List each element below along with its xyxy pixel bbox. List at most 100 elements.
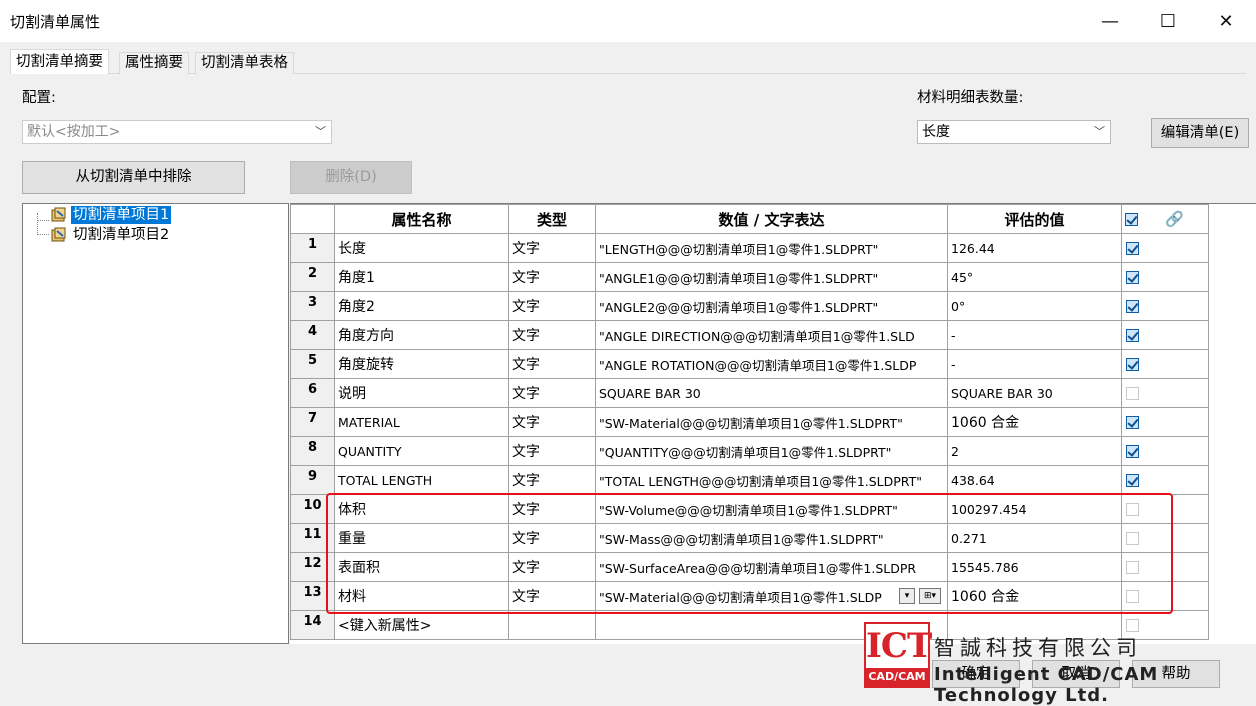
checkbox-cell[interactable] (1121, 407, 1209, 437)
row-checkbox[interactable] (1126, 357, 1139, 371)
link-icon[interactable]: 🔗 (1165, 210, 1184, 228)
type-cell[interactable]: 文字 (508, 523, 596, 553)
table-row[interactable]: 10 体积 文字 "SW-Volume@@@切割清单项目1@零件1.SLDPRT" 10… (290, 494, 1209, 524)
property-name-cell[interactable]: MATERIAL (334, 407, 509, 437)
property-name-cell[interactable]: 重量 (334, 523, 509, 553)
select-all-checkbox[interactable] (1125, 213, 1138, 226)
checkbox-cell[interactable] (1121, 523, 1209, 553)
checkbox-cell[interactable] (1121, 233, 1209, 263)
type-cell[interactable]: 文字 (508, 436, 596, 466)
type-cell[interactable]: 文字 (508, 552, 596, 582)
property-name-cell[interactable]: 角度2 (334, 291, 509, 321)
table-row[interactable]: 12 表面积 文字 "SW-SurfaceArea@@@切割清单项目1@零件1.SLD… (290, 552, 1209, 582)
col-header-check[interactable]: 🔗 (1121, 204, 1209, 234)
expression-cell[interactable]: "SW-Volume@@@切割清单项目1@零件1.SLDPRT" (595, 494, 948, 524)
expression-cell[interactable]: "ANGLE1@@@切割清单项目1@零件1.SLDPRT" (595, 262, 948, 292)
type-cell[interactable]: 文字 (508, 581, 596, 611)
expression-cell[interactable]: "SW-SurfaceArea@@@切割清单项目1@零件1.SLDPR (595, 552, 948, 582)
checkbox-cell[interactable] (1121, 320, 1209, 350)
maximize-button[interactable]: ☐ (1139, 0, 1197, 42)
col-header-expr[interactable]: 数值 / 文字表达 (595, 204, 948, 234)
type-cell[interactable]: 文字 (508, 378, 596, 408)
tree-item-cutlist-1[interactable]: 切割清单项目1 (50, 205, 172, 224)
col-header-type[interactable]: 类型 (508, 204, 596, 234)
expression-cell[interactable]: "QUANTITY@@@切割清单项目1@零件1.SLDPRT" (595, 436, 948, 466)
property-name-cell[interactable]: QUANTITY (334, 436, 509, 466)
checkbox-cell[interactable] (1121, 581, 1209, 611)
checkbox-cell[interactable] (1121, 436, 1209, 466)
row-checkbox[interactable] (1126, 299, 1139, 313)
type-cell[interactable]: 文字 (508, 262, 596, 292)
type-cell[interactable]: 文字 (508, 320, 596, 350)
type-cell[interactable]: 文字 (508, 465, 596, 495)
expression-cell[interactable]: "SW-Mass@@@切割清单项目1@零件1.SLDPRT" (595, 523, 948, 553)
row-checkbox[interactable] (1126, 270, 1139, 284)
property-name-cell[interactable]: 角度旋转 (334, 349, 509, 379)
row-checkbox[interactable] (1126, 531, 1139, 545)
table-row[interactable]: 6 说明 文字 SQUARE BAR 30 SQUARE BAR 30 (290, 378, 1209, 408)
checkbox-cell[interactable] (1121, 378, 1209, 408)
type-cell[interactable]: 文字 (508, 494, 596, 524)
expression-cell[interactable]: "ANGLE2@@@切割清单项目1@零件1.SLDPRT" (595, 291, 948, 321)
col-header-name[interactable]: 属性名称 (334, 204, 509, 234)
checkbox-cell[interactable] (1121, 349, 1209, 379)
property-name-cell[interactable]: TOTAL LENGTH (334, 465, 509, 495)
col-header-value[interactable]: 评估的值 (947, 204, 1122, 234)
row-checkbox[interactable] (1126, 386, 1139, 400)
type-cell[interactable]: 文字 (508, 233, 596, 263)
table-row[interactable]: 9 TOTAL LENGTH 文字 "TOTAL LENGTH@@@切割清单项目1@零… (290, 465, 1209, 495)
checkbox-cell[interactable] (1121, 465, 1209, 495)
tab-cutlist-table[interactable]: 切割清单表格 (195, 52, 294, 74)
row-checkbox[interactable] (1126, 473, 1139, 487)
property-name-cell[interactable]: 材料 (334, 581, 509, 611)
expression-cell[interactable]: "ANGLE ROTATION@@@切割清单项目1@零件1.SLDP (595, 349, 948, 379)
bom-qty-select[interactable]: 长度 ﹀ (917, 120, 1111, 144)
row-checkbox[interactable] (1126, 502, 1139, 516)
checkbox-cell[interactable] (1121, 291, 1209, 321)
checkbox-cell[interactable] (1121, 552, 1209, 582)
row-checkbox[interactable] (1126, 444, 1139, 458)
type-cell[interactable]: 文字 (508, 407, 596, 437)
table-row[interactable]: 5 角度旋转 文字 "ANGLE ROTATION@@@切割清单项目1@零件1.SLD… (290, 349, 1209, 379)
delete-button[interactable]: 删除(D) (290, 161, 412, 194)
row-checkbox[interactable] (1126, 560, 1139, 574)
row-checkbox[interactable] (1126, 328, 1139, 342)
table-row[interactable]: 11 重量 文字 "SW-Mass@@@切割清单项目1@零件1.SLDPRT" 0.27… (290, 523, 1209, 553)
minimize-button[interactable]: — (1081, 0, 1139, 42)
type-cell[interactable] (508, 610, 596, 640)
edit-list-button[interactable]: 编辑清单(E) (1151, 118, 1249, 148)
property-name-cell[interactable]: 说明 (334, 378, 509, 408)
row-checkbox[interactable] (1126, 589, 1139, 603)
close-button[interactable]: ✕ (1197, 0, 1255, 42)
checkbox-cell[interactable] (1121, 494, 1209, 524)
expression-cell[interactable]: "SW-Material@@@切割清单项目1@零件1.SLDPRT" (595, 407, 948, 437)
property-name-cell[interactable]: 角度方向 (334, 320, 509, 350)
row-checkbox[interactable] (1126, 618, 1139, 632)
table-row[interactable]: 4 角度方向 文字 "ANGLE DIRECTION@@@切割清单项目1@零件1.SL… (290, 320, 1209, 350)
expression-cell[interactable]: "TOTAL LENGTH@@@切割清单项目1@零件1.SLDPRT" (595, 465, 948, 495)
row-checkbox[interactable] (1126, 415, 1139, 429)
expression-cell[interactable]: SQUARE BAR 30 (595, 378, 948, 408)
property-grid[interactable]: 属性名称 类型 数值 / 文字表达 评估的值 🔗 1 长度 文字 "LENGTH@@@… (290, 203, 1256, 644)
property-name-cell[interactable]: 角度1 (334, 262, 509, 292)
property-name-cell[interactable]: 表面积 (334, 552, 509, 582)
link-value-icon[interactable]: ⊞▾ (919, 588, 941, 604)
table-row[interactable]: 7 MATERIAL 文字 "SW-Material@@@切割清单项目1@零件1.SL… (290, 407, 1209, 437)
config-select[interactable]: 默认<按加工> ﹀ (22, 120, 332, 144)
table-row[interactable]: 13 材料 文字 "SW-Material@@@切割清单项目1@零件1.SLDP ▾ ⊞▾… (290, 581, 1209, 611)
table-row[interactable]: 1 长度 文字 "LENGTH@@@切割清单项目1@零件1.SLDPRT" 126.44 (290, 233, 1209, 263)
exclude-from-cutlist-button[interactable]: 从切割清单中排除 (22, 161, 245, 194)
tree-item-cutlist-2[interactable]: 切割清单项目2 (50, 225, 171, 244)
tab-property-summary[interactable]: 属性摘要 (119, 52, 189, 74)
tab-cutlist-summary[interactable]: 切割清单摘要 (10, 49, 109, 74)
expression-dropdown-icon[interactable]: ▾ (899, 588, 915, 604)
expression-cell[interactable]: "ANGLE DIRECTION@@@切割清单项目1@零件1.SLD (595, 320, 948, 350)
property-name-cell[interactable]: 长度 (334, 233, 509, 263)
expression-cell[interactable]: "LENGTH@@@切割清单项目1@零件1.SLDPRT" (595, 233, 948, 263)
table-row[interactable]: 2 角度1 文字 "ANGLE1@@@切割清单项目1@零件1.SLDPRT" 45° (290, 262, 1209, 292)
expression-cell[interactable]: "SW-Material@@@切割清单项目1@零件1.SLDP ▾ ⊞▾ (595, 581, 948, 611)
table-row[interactable]: 8 QUANTITY 文字 "QUANTITY@@@切割清单项目1@零件1.SLDPR… (290, 436, 1209, 466)
property-name-cell[interactable]: <键入新属性> (334, 610, 509, 640)
cutlist-tree[interactable] (22, 203, 289, 644)
row-checkbox[interactable] (1126, 241, 1139, 255)
